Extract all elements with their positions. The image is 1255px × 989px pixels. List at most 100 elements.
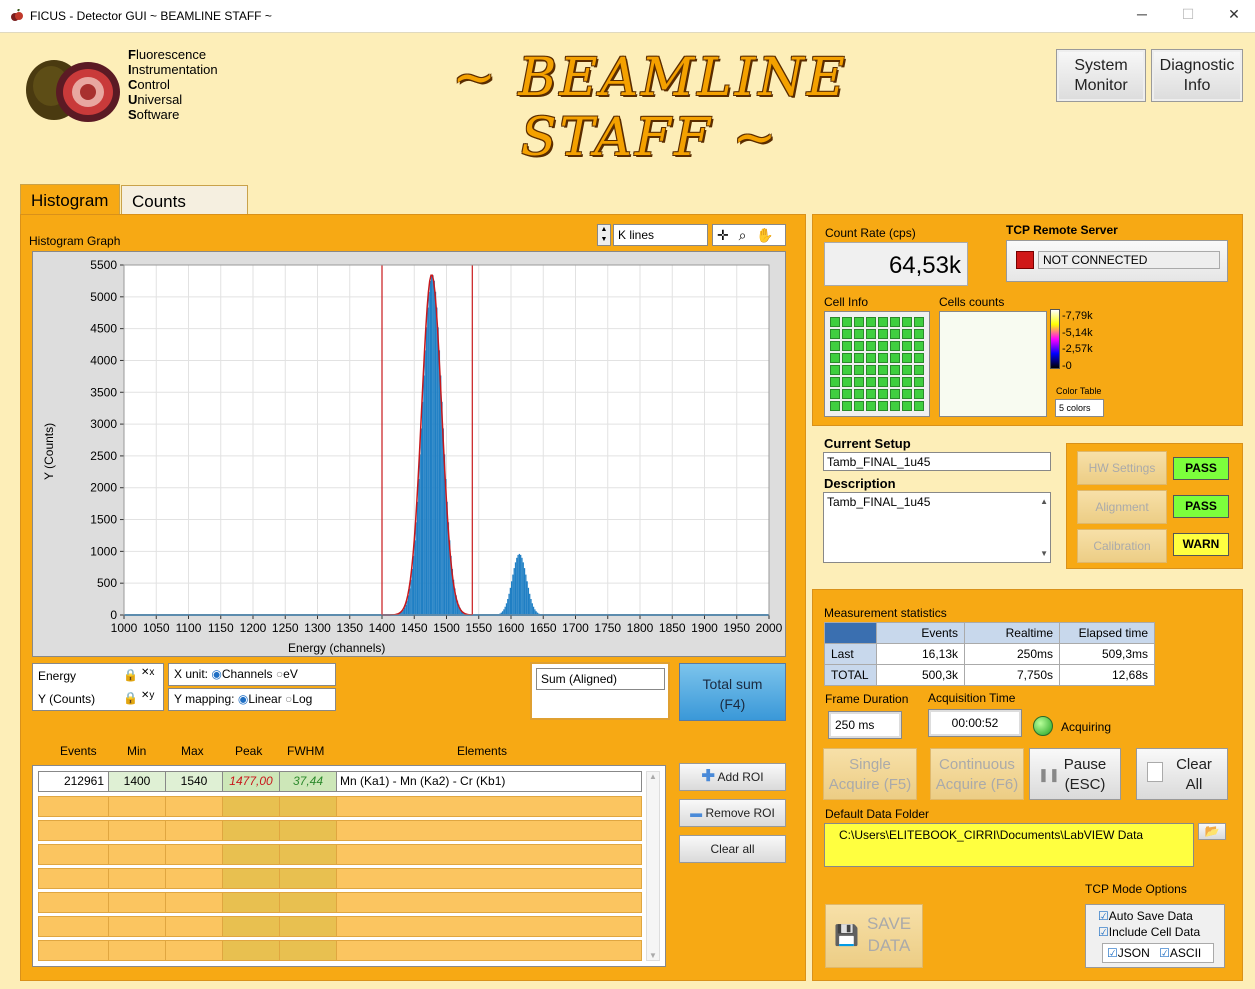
cell-indicator[interactable] — [866, 317, 876, 327]
roi-empty-cell[interactable] — [223, 917, 280, 936]
clear-all-button[interactable]: Clear All — [1136, 748, 1228, 800]
alignment-button[interactable]: Alignment — [1077, 490, 1167, 524]
roi-empty-cell[interactable] — [280, 845, 337, 864]
cell-indicator[interactable] — [890, 353, 900, 363]
cell-indicator[interactable] — [854, 341, 864, 351]
cell-indicator[interactable] — [842, 329, 852, 339]
cells-counts-map[interactable] — [939, 311, 1047, 417]
system-monitor-button[interactable]: System Monitor — [1056, 49, 1146, 102]
table-row[interactable] — [38, 796, 642, 817]
cell-indicator[interactable] — [902, 317, 912, 327]
lines-stepper[interactable]: ▲ ▼ — [597, 224, 611, 246]
cell-indicator[interactable] — [890, 329, 900, 339]
cell-indicator[interactable] — [854, 377, 864, 387]
table-row[interactable]: 212961 1400 1540 1477,00 37,44 Mn (Ka1) … — [38, 771, 642, 792]
roi-empty-cell[interactable] — [280, 917, 337, 936]
roi-empty-cell[interactable] — [223, 821, 280, 840]
table-row[interactable] — [38, 940, 642, 961]
cell-indicator[interactable] — [842, 389, 852, 399]
cell-indicator[interactable] — [830, 317, 840, 327]
roi-empty-cell[interactable] — [223, 845, 280, 864]
cell-indicator[interactable] — [890, 365, 900, 375]
roi-empty-cell[interactable] — [109, 821, 166, 840]
roi-empty-cell[interactable] — [280, 869, 337, 888]
radio-linear-label[interactable]: Linear — [248, 692, 281, 706]
tab-histogram[interactable]: Histogram — [20, 184, 120, 215]
roi-empty-cell[interactable] — [109, 845, 166, 864]
roi-empty-cell[interactable] — [39, 797, 109, 816]
clear-all-roi-button[interactable]: Clear all — [679, 835, 786, 863]
cell-indicator[interactable] — [878, 341, 888, 351]
cell-indicator[interactable] — [866, 329, 876, 339]
cell-indicator[interactable] — [866, 401, 876, 411]
cell-indicator[interactable] — [830, 353, 840, 363]
cell-indicator[interactable] — [902, 341, 912, 351]
cell-indicator[interactable] — [902, 401, 912, 411]
roi-empty-cell[interactable] — [223, 941, 280, 960]
cell-indicator[interactable] — [842, 317, 852, 327]
pause-button[interactable]: ❚❚ Pause (ESC) — [1029, 748, 1121, 800]
roi-empty-cell[interactable] — [39, 869, 109, 888]
cell-indicator[interactable] — [878, 365, 888, 375]
roi-empty-cell[interactable] — [109, 917, 166, 936]
pan-hand-icon[interactable]: ✋ — [756, 227, 773, 243]
roi-max-cell[interactable]: 1540 — [166, 772, 223, 791]
table-row[interactable] — [38, 916, 642, 937]
y-scale-icon[interactable]: ✕y — [141, 690, 154, 701]
table-row[interactable] — [38, 868, 642, 889]
cell-indicator[interactable] — [830, 401, 840, 411]
cell-indicator[interactable] — [914, 341, 924, 351]
roi-empty-cell[interactable] — [166, 845, 223, 864]
hw-settings-button[interactable]: HW Settings — [1077, 451, 1167, 485]
cell-indicator[interactable] — [854, 401, 864, 411]
cell-indicator[interactable] — [842, 377, 852, 387]
diagnostic-info-button[interactable]: Diagnostic Info — [1151, 49, 1243, 102]
cell-indicator[interactable] — [854, 353, 864, 363]
cell-indicator[interactable] — [854, 365, 864, 375]
cell-indicator[interactable] — [830, 365, 840, 375]
roi-empty-cell[interactable] — [39, 821, 109, 840]
include-cell-checkbox[interactable]: ☑Include Cell Data — [1098, 925, 1200, 939]
minimize-button[interactable]: ─ — [1132, 6, 1152, 22]
cell-indicator[interactable] — [830, 329, 840, 339]
x-scale-icon[interactable]: ✕x — [141, 667, 154, 678]
roi-empty-cell[interactable] — [280, 821, 337, 840]
remove-roi-button[interactable]: ▬ Remove ROI — [679, 799, 786, 827]
scroll-down-icon[interactable]: ▼ — [1040, 549, 1048, 558]
auto-save-checkbox[interactable]: ☑Auto Save Data — [1098, 909, 1193, 923]
cell-indicator[interactable] — [842, 365, 852, 375]
roi-empty-cell[interactable] — [39, 845, 109, 864]
cell-indicator[interactable] — [914, 377, 924, 387]
table-row[interactable] — [38, 892, 642, 913]
color-table-select[interactable]: 5 colors — [1055, 399, 1104, 417]
radio-ev-label[interactable]: eV — [283, 667, 298, 681]
roi-empty-cell[interactable] — [280, 797, 337, 816]
radio-channels-icon[interactable]: ◉ — [211, 667, 221, 681]
ascii-checkbox[interactable]: ☑ASCII — [1159, 946, 1201, 960]
roi-events-cell[interactable]: 212961 — [39, 772, 109, 791]
maximize-button[interactable]: ☐ — [1178, 6, 1198, 23]
lines-select[interactable]: K lines — [613, 224, 708, 246]
cell-indicator[interactable] — [914, 317, 924, 327]
json-checkbox[interactable]: ☑JSON — [1107, 946, 1150, 960]
frame-duration-field[interactable]: 250 ms — [828, 711, 902, 739]
roi-empty-cell[interactable] — [39, 941, 109, 960]
current-setup-field[interactable]: Tamb_FINAL_1u45 — [823, 452, 1051, 471]
folder-browse-icon[interactable]: 📂 — [1198, 823, 1226, 840]
cell-info-grid[interactable] — [824, 311, 930, 417]
roi-empty-cell[interactable] — [166, 797, 223, 816]
cell-indicator[interactable] — [866, 389, 876, 399]
scroll-up-icon[interactable]: ▲ — [1040, 497, 1048, 506]
add-roi-button[interactable]: ✚ Add ROI — [679, 763, 786, 791]
cell-indicator[interactable] — [902, 389, 912, 399]
cell-indicator[interactable] — [890, 341, 900, 351]
table-row[interactable] — [38, 820, 642, 841]
lock-icon[interactable]: 🔒 — [123, 691, 138, 705]
roi-empty-cell[interactable] — [166, 893, 223, 912]
cell-indicator[interactable] — [878, 377, 888, 387]
roi-empty-cell[interactable] — [166, 941, 223, 960]
crosshair-icon[interactable]: ✛ — [717, 227, 729, 243]
roi-empty-cell[interactable] — [280, 893, 337, 912]
roi-empty-cell[interactable] — [280, 941, 337, 960]
cell-indicator[interactable] — [830, 341, 840, 351]
